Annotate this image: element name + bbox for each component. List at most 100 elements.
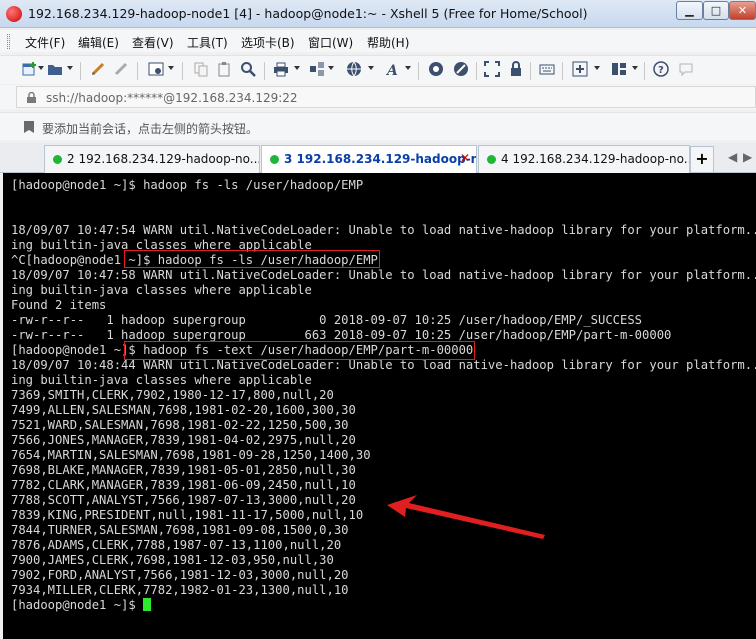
xftp-icon[interactable]: [426, 61, 446, 79]
chevron-down-icon[interactable]: [328, 66, 334, 70]
chevron-down-icon[interactable]: [405, 66, 411, 70]
terminal-pane[interactable]: [hadoop@node1 ~]$ 7934,MILLER,CLERK,7782…: [3, 173, 756, 639]
tab-scroll-left-icon[interactable]: [6, 150, 10, 164]
chevron-down-icon[interactable]: [368, 66, 374, 70]
terminal-line: 7839,KING,PRESIDENT,null,1981-11-17,5000…: [11, 508, 364, 522]
terminal-line: Found 2 items: [11, 298, 107, 312]
toolbar-separator: [644, 62, 645, 80]
paste-icon[interactable]: [215, 61, 235, 79]
menu-help[interactable]: 帮助(H): [367, 34, 409, 51]
terminal-line: 18/09/07 10:47:58 WARN util.NativeCodeLo…: [11, 268, 756, 282]
address-field[interactable]: ssh://hadoop:******@192.168.234.129:22: [16, 86, 756, 108]
bookmark-arrow-icon[interactable]: [22, 120, 36, 134]
hint-text: 要添加当前会话，点击左侧的箭头按钮。: [42, 122, 259, 136]
terminal-line: 7782,CLARK,MANAGER,7839,1981-06-09,2450,…: [11, 478, 356, 492]
chevron-down-icon[interactable]: [294, 66, 300, 70]
terminal-line: 7876,ADAMS,CLERK,7788,1987-07-13,1100,nu…: [11, 538, 342, 552]
terminal-line: 7654,MARTIN,SALESMAN,7698,1981-09-28,125…: [11, 448, 371, 462]
print-icon[interactable]: [271, 61, 291, 79]
globe-icon[interactable]: [344, 61, 364, 79]
terminal-line: 7900,JAMES,CLERK,7698,1981-12-03,950,nul…: [11, 553, 334, 567]
toolbar-separator: [264, 62, 265, 80]
menu-grip[interactable]: [7, 34, 10, 49]
terminal-line: 7902,FORD,ANALYST,7566,1981-12-03,3000,n…: [11, 568, 349, 582]
terminal-line: 7788,SCOTT,ANALYST,7566,1987-07-13,3000,…: [11, 493, 356, 507]
tab-session-4[interactable]: 4 192.168.234.129-hadoop-no...: [478, 145, 690, 173]
session-status-icon: [53, 155, 62, 164]
title-bar: 192.168.234.129-hadoop-node1 [4] - hadoo…: [0, 0, 756, 28]
layout-icon[interactable]: [609, 61, 629, 79]
toolbar-separator: [418, 62, 419, 80]
menu-view[interactable]: 查看(V): [132, 34, 174, 51]
xagent-icon[interactable]: [451, 61, 471, 79]
menu-bar: 文件(F) 编辑(E) 查看(V) 工具(T) 选项卡(B) 窗口(W) 帮助(…: [0, 30, 756, 52]
close-tab-icon[interactable]: ✕: [460, 151, 470, 165]
session-status-icon: [487, 155, 496, 164]
menu-tools[interactable]: 工具(T): [187, 34, 228, 51]
address-text[interactable]: ssh://hadoop:******@192.168.234.129:22: [46, 91, 298, 105]
terminal-line: 7934,MILLER,CLERK,7782,1982-01-23,1300,n…: [11, 583, 349, 597]
session-status-icon: [270, 155, 279, 164]
add-icon[interactable]: [570, 61, 590, 79]
lock-icon[interactable]: [506, 61, 526, 79]
new-session-icon[interactable]: [20, 61, 40, 79]
toolbar-separator: [562, 62, 563, 80]
menu-window[interactable]: 窗口(W): [308, 34, 353, 51]
tab-strip: 2 192.168.234.129-hadoop-no... 3 192.168…: [0, 143, 756, 174]
maximize-button[interactable]: □: [703, 1, 729, 20]
minimize-button[interactable]: ▁: [676, 1, 703, 20]
open-folder-icon[interactable]: [45, 61, 65, 79]
chat-icon[interactable]: [676, 61, 696, 79]
terminal-line: [hadoop@node1 ~]$ hadoop fs -ls /user/ha…: [11, 178, 364, 192]
close-button[interactable]: ✕: [729, 1, 756, 20]
svg-text:A: A: [385, 63, 398, 77]
find-icon[interactable]: [238, 61, 258, 79]
transfer-icon[interactable]: [307, 61, 327, 79]
menu-tabs[interactable]: 选项卡(B): [241, 34, 295, 51]
terminal-line: 7698,BLAKE,MANAGER,7839,1981-05-01,2850,…: [11, 463, 356, 477]
lock-icon: [27, 91, 36, 103]
menu-file[interactable]: 文件(F): [25, 34, 65, 51]
window-title: 192.168.234.129-hadoop-node1 [4] - hadoo…: [28, 6, 588, 21]
toolbar-separator: [137, 62, 138, 80]
chevron-down-icon[interactable]: [67, 66, 73, 70]
help-icon[interactable]: ?: [651, 61, 671, 79]
tab-label: 2 192.168.234.129-hadoop-no...: [67, 152, 260, 166]
fullscreen-icon[interactable]: [482, 61, 502, 79]
tab-scroll-right-icon[interactable]: ▶: [743, 150, 752, 164]
terminal-line: [hadoop@node1 ~]$: [11, 598, 152, 613]
terminal-line: 7566,JONES,MANAGER,7839,1981-04-02,2975,…: [11, 433, 356, 447]
terminal-line: 18/09/07 10:48:44 WARN util.NativeCodeLo…: [11, 358, 756, 372]
tab-scroll-left-icon[interactable]: ◀: [728, 150, 737, 164]
chevron-down-icon[interactable]: [594, 66, 600, 70]
toolbar-separator: [530, 62, 531, 80]
chevron-down-icon[interactable]: [38, 66, 44, 70]
tab-session-3[interactable]: 3 192.168.234.129-hadoop-n... ✕: [261, 145, 477, 174]
tab-session-2[interactable]: 2 192.168.234.129-hadoop-no...: [44, 145, 260, 173]
disconnect-icon[interactable]: [111, 61, 131, 79]
terminal-line: 7521,WARD,SALESMAN,7698,1981-02-22,1250,…: [11, 418, 349, 432]
terminal-line: 18/09/07 10:47:54 WARN util.NativeCodeLo…: [11, 223, 756, 237]
annotation-box-ls: [124, 250, 380, 268]
copy-icon[interactable]: [191, 61, 211, 79]
add-tab-button[interactable]: +: [690, 146, 714, 172]
svg-text:?: ?: [658, 65, 664, 76]
terminal-line: ing builtin-java classes where applicabl…: [11, 373, 312, 387]
toolbar-separator: [80, 62, 81, 80]
toolbar: A ?: [0, 55, 756, 84]
keyboard-icon[interactable]: [537, 61, 557, 79]
xshell-app-icon[interactable]: [6, 6, 22, 22]
terminal-cursor: [143, 598, 152, 611]
terminal-line: -rw-r--r-- 1 hadoop supergroup 0 2018-09…: [11, 313, 643, 327]
properties-icon[interactable]: [146, 61, 166, 79]
chevron-down-icon[interactable]: [632, 66, 638, 70]
font-icon[interactable]: A: [383, 61, 403, 79]
terminal-line: 7844,TURNER,SALESMAN,7698,1981-09-08,150…: [11, 523, 349, 537]
reconnect-icon[interactable]: [88, 61, 108, 79]
menu-edit[interactable]: 编辑(E): [78, 34, 119, 51]
terminal-line: 7499,ALLEN,SALESMAN,7698,1981-02-20,1600…: [11, 403, 356, 417]
toolbar-separator: [182, 62, 183, 80]
chevron-down-icon[interactable]: [168, 66, 174, 70]
terminal-line: ing builtin-java classes where applicabl…: [11, 283, 312, 297]
toolbar-separator: [476, 62, 477, 80]
